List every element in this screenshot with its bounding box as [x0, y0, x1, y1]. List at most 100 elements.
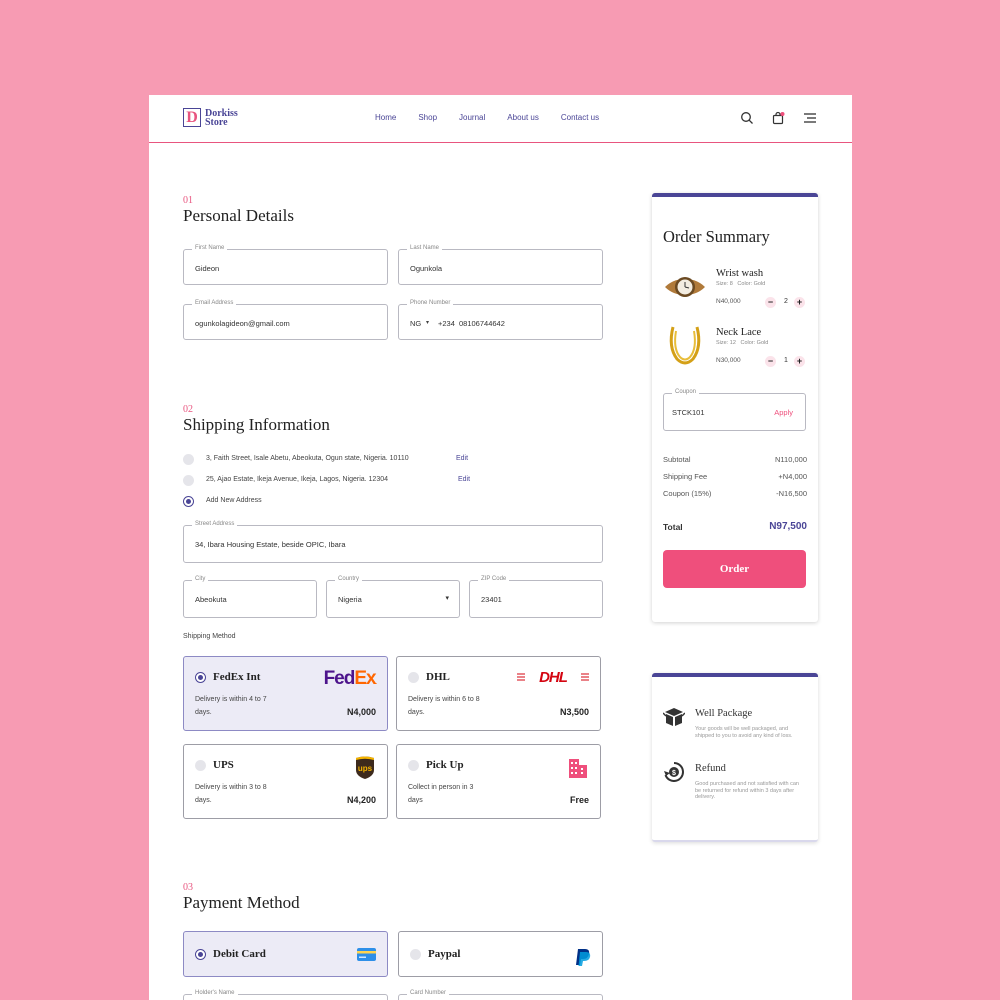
email-value: ogunkolagideon@gmail.com	[195, 319, 290, 328]
item-2-increase-button[interactable]: +	[794, 356, 805, 367]
street-address-field[interactable]: Street Address 34, Ibara Housing Estate,…	[183, 521, 603, 563]
order-summary-title: Order Summary	[663, 227, 770, 246]
shopping-bag-icon[interactable]	[771, 111, 785, 125]
package-icon	[663, 708, 685, 726]
ups-radio[interactable]	[195, 760, 206, 771]
shipping-option-ups[interactable]: UPS Delivery is within 3 to 8 days. N4,2…	[183, 744, 388, 819]
city-value: Abeokuta	[195, 595, 227, 604]
shipping-fee-value: +N4,000	[778, 472, 807, 481]
wrist-watch-image	[665, 277, 705, 297]
coupon-label: Coupon	[672, 389, 700, 395]
country-label: Country	[335, 576, 363, 582]
phone-number-value: 08106744642	[459, 319, 505, 328]
refund-icon: $	[664, 762, 684, 782]
zip-code-value: 23401	[481, 595, 502, 604]
well-package-title: Well Package	[695, 708, 753, 719]
debit-card-radio[interactable]	[195, 949, 206, 960]
phone-country-select[interactable]: NG	[410, 319, 421, 328]
edit-address-1-link[interactable]: Edit	[456, 455, 468, 462]
shipping-option-fedex[interactable]: FedEx Int Delivery is within 4 to 7 days…	[183, 656, 388, 731]
nav-journal[interactable]: Journal	[459, 113, 485, 122]
first-name-value: Gideon	[195, 264, 220, 273]
dhl-logo: DHL	[517, 669, 589, 685]
shipping-option-pickup[interactable]: Pick Up Collect in person in 3 days Free	[396, 744, 601, 819]
item-1-decrease-button[interactable]: −	[765, 297, 776, 308]
dhl-radio[interactable]	[408, 672, 419, 683]
edit-address-2-link[interactable]: Edit	[458, 476, 470, 483]
coupon-value: STCK101	[672, 408, 705, 417]
item-2-decrease-button[interactable]: −	[765, 356, 776, 367]
first-name-field[interactable]: First Name Gideon	[183, 245, 388, 285]
paypal-icon	[576, 949, 591, 966]
phone-field[interactable]: Phone Number NG ▾ +234 08106744642	[398, 300, 603, 340]
zip-code-field[interactable]: ZIP Code 23401	[469, 576, 603, 618]
shipping-option-dhl[interactable]: DHL Delivery is within 6 to 8 days. N3,5…	[396, 656, 601, 731]
item-2-name: Neck Lace	[716, 327, 762, 338]
address-text-2: 25, Ajao Estate, Ikeja Avenue, Ikeja, La…	[206, 476, 388, 483]
store-logo[interactable]: D Dorkiss Store	[183, 108, 238, 127]
item-1-increase-button[interactable]: +	[794, 297, 805, 308]
pickup-radio[interactable]	[408, 760, 419, 771]
street-address-value: 34, Ibara Housing Estate, beside OPIC, I…	[195, 540, 346, 549]
checkout-page: D Dorkiss Store Home Shop Journal About …	[149, 95, 852, 1000]
email-field[interactable]: Email Address ogunkolagideon@gmail.com	[183, 300, 388, 340]
chevron-down-icon: ▾	[426, 320, 430, 326]
item-1-color: Color: Gold	[737, 281, 766, 287]
payment-method-title: Payment Method	[183, 893, 300, 912]
ups-name: UPS	[213, 759, 234, 771]
phone-label: Phone Number	[407, 300, 454, 306]
step-number-02: 02	[183, 404, 193, 415]
order-button[interactable]: Order	[663, 550, 806, 588]
fedex-logo: FedEx.	[323, 668, 377, 689]
item-2-qty: 1	[784, 357, 788, 364]
holder-name-field[interactable]: Holder's Name	[183, 990, 388, 1000]
ups-price: N4,200	[346, 795, 376, 805]
payment-option-debit-card[interactable]: Debit Card	[183, 931, 388, 977]
fedex-desc: Delivery is within 4 to 7 days.	[195, 696, 267, 716]
pickup-price: Free	[569, 795, 589, 805]
first-name-label: First Name	[192, 245, 228, 251]
search-icon[interactable]	[740, 111, 754, 125]
phone-dial-code: +234	[438, 319, 455, 328]
email-label: Email Address	[192, 300, 237, 306]
coupon-field[interactable]: Coupon STCK101 Apply	[663, 389, 806, 431]
last-name-field[interactable]: Last Name Ogunkola	[398, 245, 603, 285]
shipping-method-label: Shipping Method	[183, 633, 236, 640]
nav-shop[interactable]: Shop	[418, 113, 437, 122]
fedex-price: N4,000	[346, 707, 376, 717]
payment-option-paypal[interactable]: Paypal	[398, 931, 603, 977]
svg-text:$: $	[672, 770, 676, 777]
address-text-1: 3, Faith Street, Isale Abetu, Abeokuta, …	[206, 455, 409, 462]
last-name-label: Last Name	[407, 245, 443, 251]
apply-coupon-button[interactable]: Apply	[774, 408, 793, 417]
building-icon	[569, 759, 587, 778]
debit-card-name: Debit Card	[213, 948, 266, 960]
features-panel: Well Package Your goods will be well pac…	[652, 673, 818, 842]
neck-lace-image	[669, 326, 701, 365]
dhl-price: N3,500	[559, 707, 589, 717]
city-field[interactable]: City Abeokuta	[183, 576, 317, 618]
item-1-name: Wrist wash	[716, 268, 764, 279]
fedex-radio[interactable]	[195, 672, 206, 683]
credit-card-icon	[357, 948, 376, 961]
ups-desc: Delivery is within 3 to 8 days.	[195, 784, 267, 804]
paypal-radio[interactable]	[410, 949, 421, 960]
item-2-size: Size: 12	[716, 340, 736, 346]
nav-about[interactable]: About us	[507, 113, 539, 122]
card-number-field[interactable]: Card Number	[398, 990, 603, 1000]
nav-contact[interactable]: Contact us	[561, 113, 599, 122]
hamburger-menu-icon[interactable]	[803, 111, 817, 125]
subtotal-value: N110,000	[775, 455, 807, 464]
chevron-down-icon: ▾	[445, 595, 449, 602]
add-new-address-radio[interactable]	[183, 496, 194, 507]
personal-details-title: Personal Details	[183, 206, 294, 225]
address-radio-1[interactable]	[183, 454, 194, 465]
nav-home[interactable]: Home	[375, 113, 396, 122]
subtotal-label: Subtotal	[663, 455, 691, 464]
street-address-label: Street Address	[192, 521, 238, 527]
shipping-information-title: Shipping Information	[183, 415, 330, 434]
address-radio-2[interactable]	[183, 475, 194, 486]
zip-code-label: ZIP Code	[478, 576, 510, 582]
country-select[interactable]: Country Nigeria ▾	[326, 576, 460, 618]
item-2-color: Color: Gold	[740, 340, 769, 346]
